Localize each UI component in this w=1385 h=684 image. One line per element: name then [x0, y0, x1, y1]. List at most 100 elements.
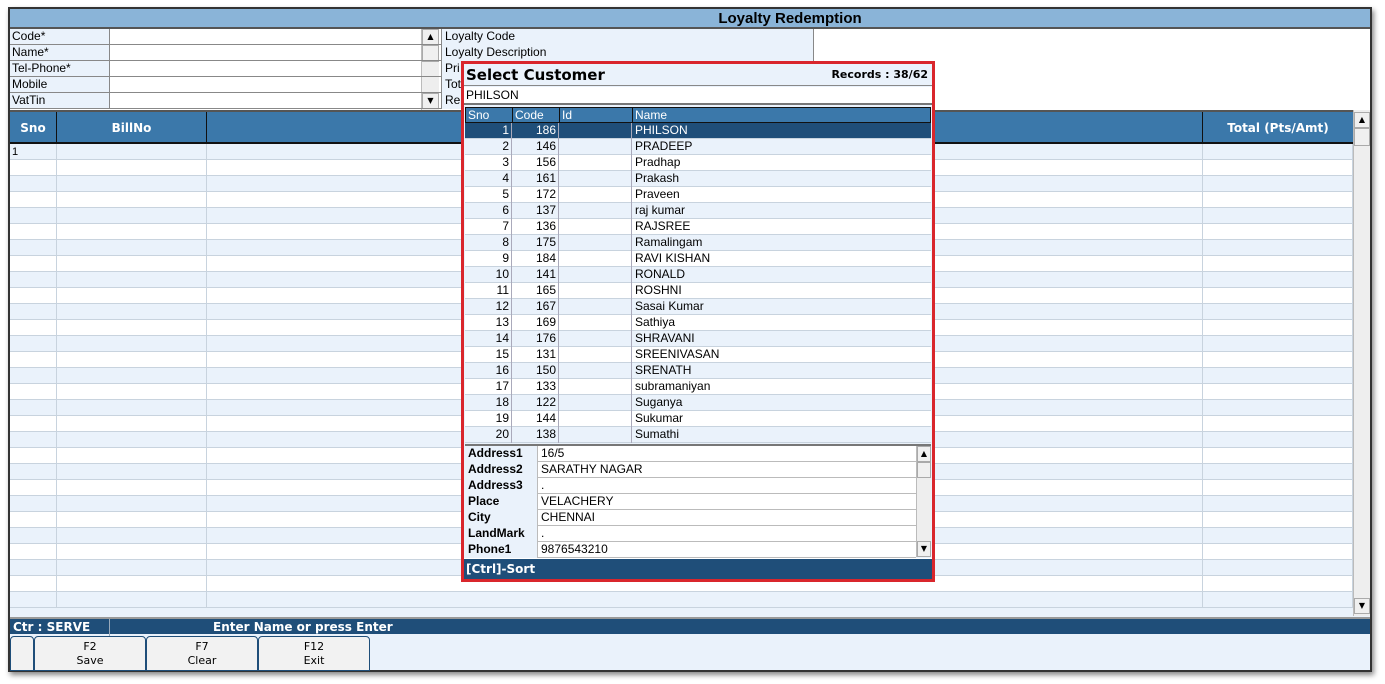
- customer-row[interactable]: 13 169 Sathiya: [465, 315, 931, 331]
- cell-billno[interactable]: [57, 480, 207, 496]
- column-total[interactable]: Total (Pts/Amt): [1203, 112, 1353, 144]
- cell-id: [559, 251, 632, 267]
- cell-billno[interactable]: [57, 512, 207, 528]
- scroll-thumb[interactable]: [917, 462, 931, 478]
- customer-row[interactable]: 5 172 Praveen: [465, 187, 931, 203]
- customer-row[interactable]: 18 122 Suganya: [465, 395, 931, 411]
- customer-row[interactable]: 15 131 SREENIVASAN: [465, 347, 931, 363]
- cell-billno[interactable]: [57, 576, 207, 592]
- cell-code: 137: [512, 203, 559, 219]
- cell-billno[interactable]: [57, 544, 207, 560]
- cell-billno[interactable]: [57, 208, 207, 224]
- customer-row[interactable]: 10 141 RONALD: [465, 267, 931, 283]
- cell-billno[interactable]: [57, 528, 207, 544]
- cell-sno: 5: [465, 187, 512, 203]
- clear-button[interactable]: F7 Clear: [146, 636, 258, 671]
- field-input[interactable]: [814, 29, 1370, 45]
- customer-row[interactable]: 11 165 ROSHNI: [465, 283, 931, 299]
- customer-row[interactable]: 8 175 Ramalingam: [465, 235, 931, 251]
- customer-row[interactable]: 4 161 Prakash: [465, 171, 931, 187]
- cell-billno[interactable]: [57, 464, 207, 480]
- cell-sno: 2: [465, 139, 512, 155]
- cell-sno: [10, 384, 57, 400]
- cell-sno: 9: [465, 251, 512, 267]
- button-key: F7: [195, 640, 209, 653]
- cell-code: 169: [512, 315, 559, 331]
- cell-billno[interactable]: [57, 416, 207, 432]
- customer-row[interactable]: 16 150 SRENATH: [465, 363, 931, 379]
- cell-billno[interactable]: [57, 496, 207, 512]
- cell-billno[interactable]: [57, 368, 207, 384]
- cell-code: 150: [512, 363, 559, 379]
- details-scrollbar[interactable]: ▲ ▼: [916, 446, 931, 557]
- cell-billno[interactable]: [57, 288, 207, 304]
- column-sno[interactable]: Sno: [10, 112, 57, 144]
- scroll-down-icon[interactable]: ▼: [917, 541, 931, 557]
- cell-sno: [10, 528, 57, 544]
- detail-label: City: [465, 510, 538, 526]
- customer-row[interactable]: 19 144 Sukumar: [465, 411, 931, 427]
- cell-sno: [10, 560, 57, 576]
- cell-billno[interactable]: [57, 304, 207, 320]
- customer-row[interactable]: 6 137 raj kumar: [465, 203, 931, 219]
- field-input[interactable]: [814, 45, 1370, 61]
- cell-billno[interactable]: [57, 176, 207, 192]
- field-label: Loyalty Code: [441, 29, 814, 45]
- cell-billno[interactable]: [57, 432, 207, 448]
- cell-billno[interactable]: [57, 320, 207, 336]
- customer-row[interactable]: 12 167 Sasai Kumar: [465, 299, 931, 315]
- select-customer-popup: Select Customer Records : 38/62 PHILSON S…: [461, 61, 935, 582]
- cell-sno: 7: [465, 219, 512, 235]
- column-name[interactable]: Name: [633, 108, 930, 122]
- blank-button: [10, 636, 34, 671]
- customer-row[interactable]: 7 136 RAJSREE: [465, 219, 931, 235]
- cell-billno[interactable]: [57, 400, 207, 416]
- cell-total: [1203, 144, 1353, 160]
- cell-billno[interactable]: [57, 224, 207, 240]
- customer-row[interactable]: 3 156 Pradhap: [465, 155, 931, 171]
- save-button[interactable]: F2 Save: [34, 636, 146, 671]
- customer-row[interactable]: 20 138 Sumathi: [465, 427, 931, 443]
- exit-button[interactable]: F12 Exit: [258, 636, 370, 671]
- customer-row[interactable]: 14 176 SHRAVANI: [465, 331, 931, 347]
- grid-scrollbar[interactable]: ▲ ▼: [1353, 110, 1370, 616]
- cell-name: PHILSON: [635, 123, 688, 137]
- cell-id: [559, 331, 632, 347]
- scroll-down-icon[interactable]: ▼: [1354, 598, 1370, 614]
- detail-label: LandMark: [465, 526, 538, 542]
- column-id[interactable]: Id: [560, 108, 633, 122]
- cell-billno[interactable]: [57, 240, 207, 256]
- customer-row[interactable]: 1 186 PHILSON: [465, 123, 931, 139]
- cell-code: 184: [512, 251, 559, 267]
- cell-billno[interactable]: [57, 448, 207, 464]
- cell-id: [559, 427, 632, 443]
- cell-billno[interactable]: [57, 560, 207, 576]
- customer-row[interactable]: 9 184 RAVI KISHAN: [465, 251, 931, 267]
- scroll-thumb[interactable]: [1354, 128, 1370, 146]
- cell-billno[interactable]: [57, 384, 207, 400]
- customer-search-input[interactable]: PHILSON: [464, 87, 932, 105]
- detail-value: .: [541, 478, 545, 492]
- cell-code: 133: [512, 379, 559, 395]
- cell-billno[interactable]: [57, 352, 207, 368]
- customer-row[interactable]: 17 133 subramaniyan: [465, 379, 931, 395]
- cell-total: [1203, 416, 1353, 432]
- column-sno[interactable]: Sno: [466, 108, 513, 122]
- column-code[interactable]: Code: [513, 108, 560, 122]
- cell-billno[interactable]: [57, 144, 207, 160]
- cell-sno: [10, 400, 57, 416]
- cell-billno[interactable]: [57, 160, 207, 176]
- cell-code: 144: [512, 411, 559, 427]
- detail-label: Place: [465, 494, 538, 510]
- cell-billno[interactable]: [57, 192, 207, 208]
- cell-billno[interactable]: [57, 336, 207, 352]
- customer-row[interactable]: 2 146 PRADEEP: [465, 139, 931, 155]
- scroll-up-icon[interactable]: ▲: [917, 446, 931, 462]
- column-billno[interactable]: BillNo: [57, 112, 207, 144]
- table-row[interactable]: [10, 592, 1353, 608]
- cell-billno[interactable]: [57, 256, 207, 272]
- cell-billno[interactable]: [57, 272, 207, 288]
- cell-billno[interactable]: [57, 592, 207, 608]
- cell-name: SRENATH: [635, 363, 692, 377]
- scroll-up-icon[interactable]: ▲: [1354, 112, 1370, 128]
